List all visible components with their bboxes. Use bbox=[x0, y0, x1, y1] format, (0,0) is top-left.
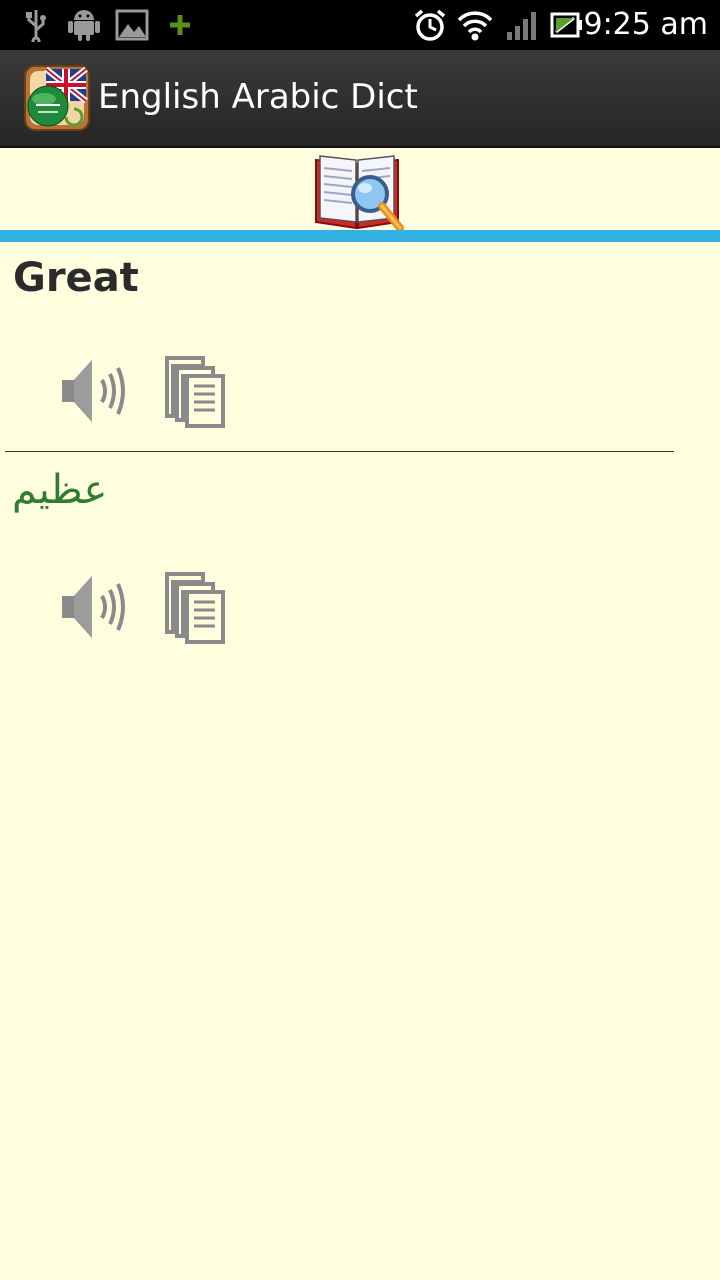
speaker-icon[interactable] bbox=[58, 354, 130, 428]
english-word: Great bbox=[13, 255, 139, 301]
battery-icon bbox=[550, 12, 582, 38]
android-icon bbox=[68, 10, 100, 41]
speaker-icon[interactable] bbox=[58, 570, 130, 644]
action-bar: English Arabic Dict bbox=[0, 50, 720, 148]
copy-icon[interactable] bbox=[163, 354, 227, 428]
status-bar: 9:25 am bbox=[0, 0, 720, 50]
english-arabic-flag-icon[interactable] bbox=[24, 65, 90, 131]
accent-divider bbox=[0, 230, 720, 242]
search-strip bbox=[0, 146, 720, 232]
book-magnifier-icon[interactable] bbox=[312, 148, 410, 240]
alarm-icon bbox=[414, 9, 446, 41]
copy-icon[interactable] bbox=[163, 570, 227, 644]
section-divider bbox=[5, 451, 674, 452]
arabic-translation: عظيم bbox=[12, 467, 108, 513]
signal-icon bbox=[507, 12, 536, 40]
status-time: 9:25 am bbox=[583, 7, 708, 42]
plus-icon bbox=[170, 15, 190, 35]
usb-icon bbox=[26, 10, 46, 42]
app-title: English Arabic Dict bbox=[98, 77, 418, 117]
image-icon bbox=[115, 9, 149, 41]
wifi-icon bbox=[457, 11, 493, 41]
